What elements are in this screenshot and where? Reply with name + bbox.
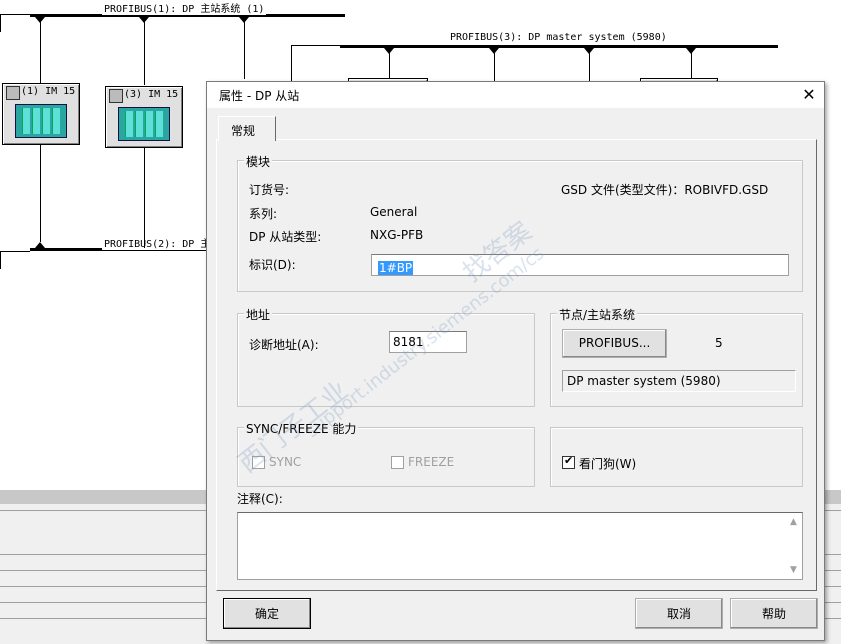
cancel-button[interactable]: 取消 [635, 598, 723, 629]
diagnostic-address-field[interactable]: 8181 [389, 331, 467, 353]
slave-station-3[interactable]: (3) IM 15 [105, 86, 183, 148]
designation-field[interactable]: 1#BP [371, 254, 789, 276]
rack-icon [15, 104, 67, 138]
cancel-button-label: 取消 [666, 607, 691, 621]
freeze-checkbox[interactable] [391, 456, 404, 469]
station-label: (3) IM 15 [124, 89, 179, 100]
freeze-label: FREEZE [408, 455, 455, 469]
help-button[interactable]: 帮助 [730, 598, 818, 629]
watchdog-checkbox[interactable]: ✔ [562, 454, 575, 469]
help-button-label: 帮助 [761, 607, 786, 621]
designation-value: 1#BP [378, 261, 414, 275]
master-system-value: DP master system (5980) [567, 374, 721, 388]
ok-button-label: 确定 [254, 607, 279, 621]
dialog-title: 属性 - DP 从站 [219, 89, 300, 103]
profibus-3-line[interactable] [340, 45, 778, 48]
dialog-titlebar[interactable]: 属性 - DP 从站 ✕ [207, 82, 824, 108]
scroll-down-icon[interactable]: ▼ [790, 565, 797, 575]
comment-scrollbar[interactable]: ▲ ▼ [788, 513, 802, 579]
module-group: 模块 订货号: GSD 文件(类型文件)：ROBIVFD.GSD 系列: Gen… [237, 153, 803, 292]
slave-station-1[interactable]: (1) IM 15 [2, 83, 80, 145]
node-master-system-title: 节点/主站系统 [557, 306, 638, 323]
module-group-title: 模块 [244, 153, 273, 170]
watchdog-group: ✔ 看门狗(W) [550, 427, 803, 487]
order-number-label: 订货号: [249, 183, 290, 197]
comment-textarea[interactable]: ▲ ▼ [237, 512, 803, 580]
address-group: 地址 诊断地址(A): 8181 [237, 306, 535, 407]
check-icon: ✔ [564, 454, 574, 467]
tab-general-label: 常规 [231, 124, 256, 138]
station-icon [6, 86, 20, 100]
sync-freeze-group: SYNC/FREEZE 能力 SYNC FREEZE [237, 420, 535, 487]
tab-page-general: 模块 订货号: GSD 文件(类型文件)：ROBIVFD.GSD 系列: Gen… [216, 139, 817, 591]
slave-type-label: DP 从站类型: [249, 230, 322, 244]
profibus-2-label: PROFIBUS(2): DP 主站 [102, 235, 223, 250]
diagnostic-address-label: 诊断地址(A): [249, 338, 319, 352]
address-group-title: 地址 [244, 306, 273, 323]
slave-type-value: NXG-PFB [370, 228, 424, 242]
profibus-3-label: PROFIBUS(3): DP master system (5980) [448, 32, 669, 43]
rack-icon [118, 107, 170, 141]
tab-general[interactable]: 常规 [218, 116, 276, 141]
profibus-button[interactable]: PROFIBUS... [562, 329, 667, 358]
diagnostic-address-value: 8181 [393, 335, 424, 349]
scroll-up-icon[interactable]: ▲ [790, 517, 797, 527]
family-label: 系列: [249, 207, 278, 221]
comment-label: 注释(C): [237, 492, 283, 506]
gsd-file-label: GSD 文件(类型文件)：ROBIVFD.GSD [561, 183, 769, 197]
dp-slave-properties-dialog: 属性 - DP 从站 ✕ 常规 模块 订货号: GSD 文件(类型文件)：ROB… [206, 81, 825, 641]
station-label: (1) IM 15 [21, 86, 76, 97]
bus-connector-icon [35, 242, 45, 248]
close-icon[interactable]: ✕ [798, 84, 820, 106]
node-master-system-group: 节点/主站系统 PROFIBUS... 5 DP master system (… [550, 306, 803, 407]
sync-label: SYNC [269, 455, 302, 469]
node-address-value: 5 [715, 336, 723, 350]
sync-checkbox[interactable] [252, 456, 265, 469]
family-value: General [370, 205, 418, 219]
master-system-field: DP master system (5980) [562, 370, 796, 392]
designation-label: 标识(D): [249, 258, 296, 272]
sync-freeze-title: SYNC/FREEZE 能力 [244, 420, 359, 437]
ok-button[interactable]: 确定 [223, 598, 311, 629]
station-icon [109, 89, 123, 103]
profibus-button-label: PROFIBUS... [578, 336, 651, 350]
watchdog-label: 看门狗(W) [579, 457, 637, 471]
profibus-1-label: PROFIBUS(1): DP 主站系统 (1) [102, 0, 267, 15]
